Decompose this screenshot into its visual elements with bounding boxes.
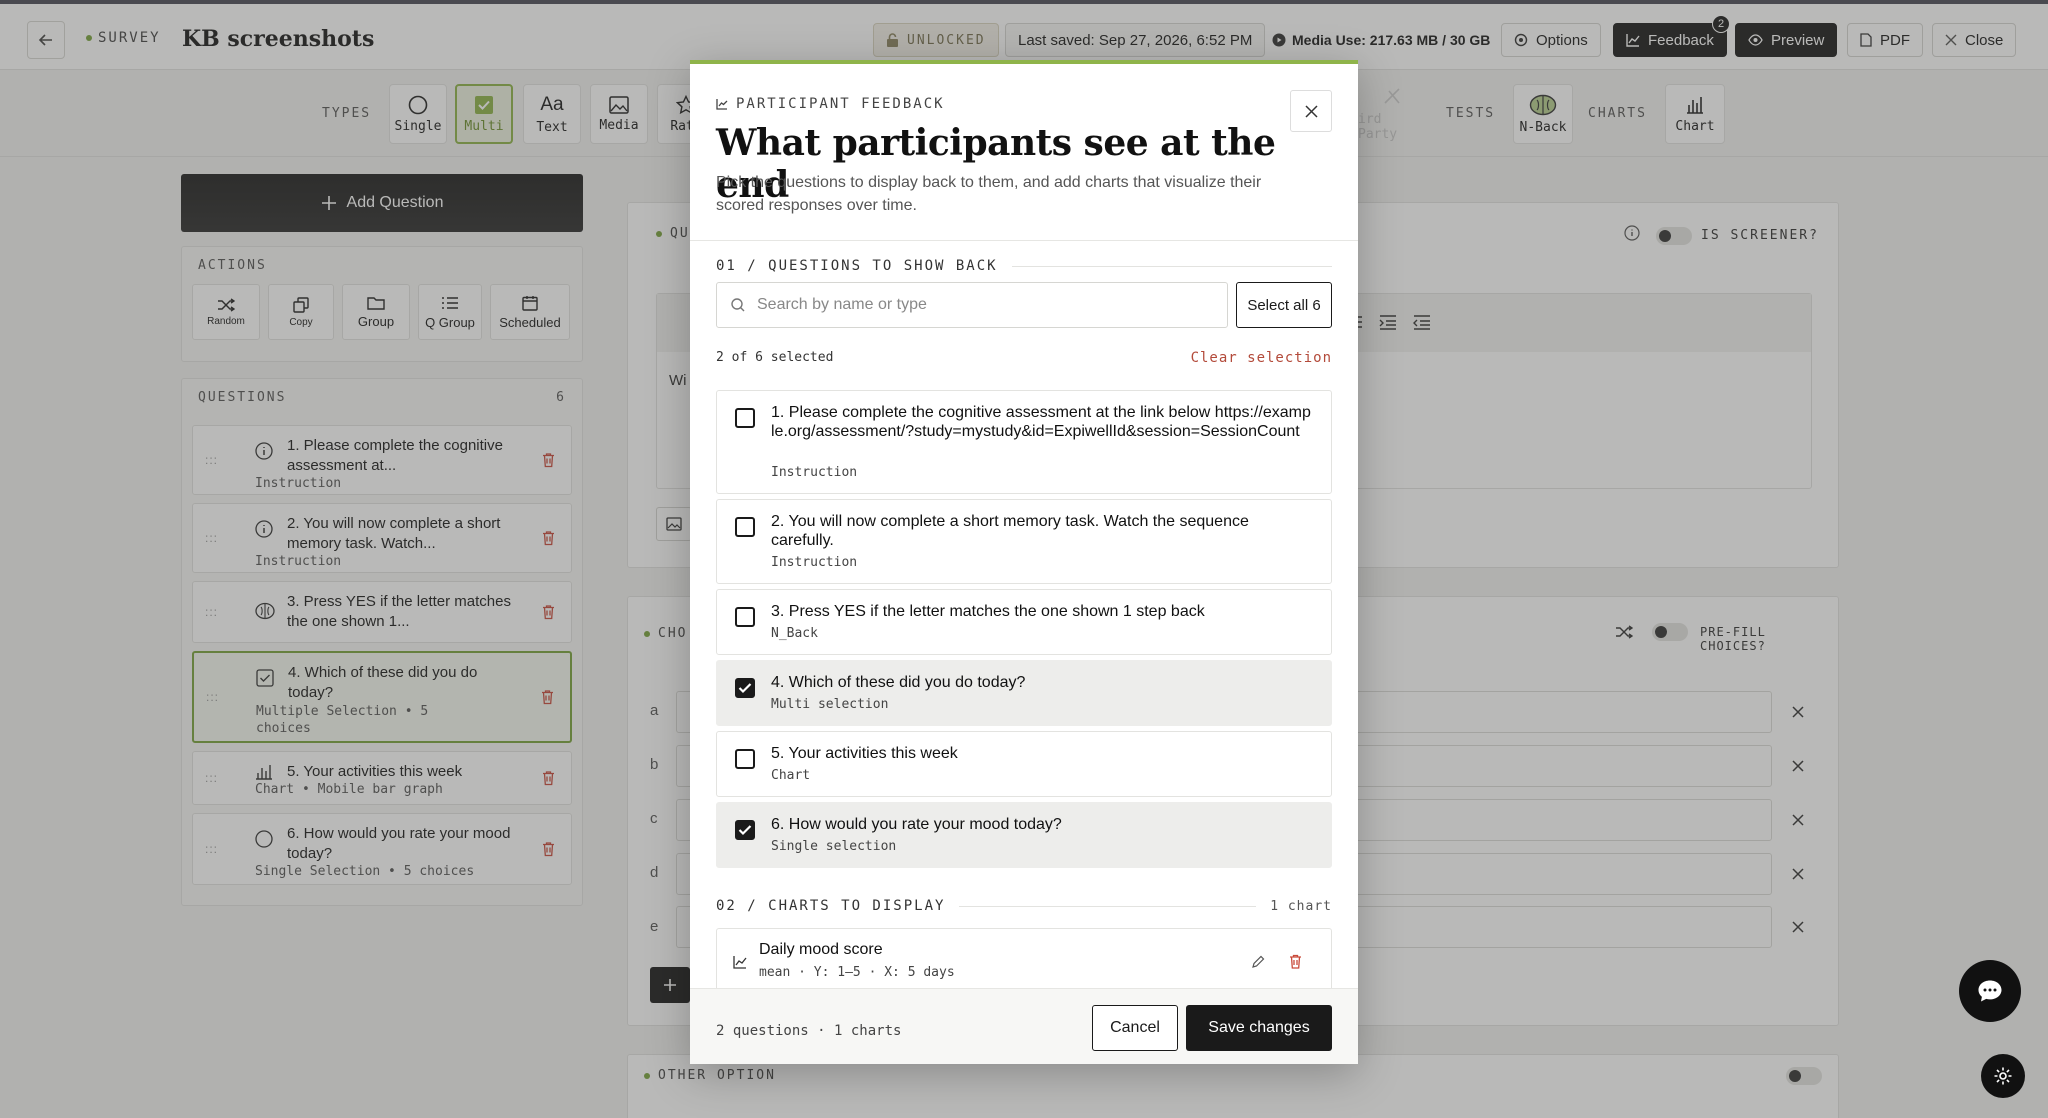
modal-kicker: PARTICIPANT FEEDBACK — [716, 96, 945, 112]
question-option-3[interactable]: 3. Press YES if the letter matches the o… — [716, 589, 1332, 655]
modal-footer: 2 questions · 1 charts Cancel Save chang… — [690, 988, 1358, 1064]
option-title: 6. How would you rate your mood today? — [771, 816, 1062, 833]
question-option-1[interactable]: 1. Please complete the cognitive assessm… — [716, 390, 1332, 494]
settings-button[interactable] — [1981, 1054, 2025, 1098]
option-type: Instruction — [771, 555, 858, 570]
question-search[interactable] — [716, 282, 1228, 328]
chart-line-icon — [716, 99, 728, 110]
option-type: Single selection — [771, 839, 897, 854]
question-option-5[interactable]: 5. Your activities this week Chart — [716, 731, 1332, 797]
search-input[interactable] — [757, 296, 1197, 314]
search-icon — [731, 298, 745, 312]
modal-description: Pick the questions to display back to th… — [716, 174, 1262, 214]
option-title: 3. Press YES if the letter matches the o… — [771, 603, 1205, 620]
option-title: 4. Which of these did you do today? — [771, 674, 1026, 691]
chat-button[interactable] — [1959, 960, 2021, 1022]
question-option-6[interactable]: 6. How would you rate your mood today? S… — [716, 802, 1332, 868]
cancel-button[interactable]: Cancel — [1092, 1005, 1178, 1051]
section-rule — [959, 905, 1257, 907]
gear-icon — [1994, 1067, 2012, 1085]
option-title: 5. Your activities this week — [771, 745, 958, 762]
question-option-2[interactable]: 2. You will now complete a short memory … — [716, 499, 1332, 584]
chat-bubble-icon — [1978, 980, 2002, 1002]
clear-selection-link[interactable]: Clear selection — [1191, 350, 1332, 366]
questions-section-header: 01 / QUESTIONS TO SHOW BACK — [716, 258, 1332, 274]
chart-meta: mean · Y: 1–5 · X: 5 days — [759, 965, 955, 980]
participant-feedback-modal: PARTICIPANT FEEDBACK What participants s… — [690, 60, 1358, 1064]
option-type: Chart — [771, 768, 811, 783]
modal-divider — [690, 240, 1358, 241]
option-type: N_Back — [771, 626, 818, 641]
section-rule — [1011, 265, 1332, 267]
charts-section-title: 02 / CHARTS TO DISPLAY — [716, 898, 946, 914]
chart-line-icon — [733, 956, 747, 969]
chart-name: Daily mood score — [759, 941, 883, 958]
pencil-icon[interactable] — [1251, 955, 1265, 969]
option-title: 1. Please complete the cognitive assessm… — [771, 404, 1311, 440]
option-type: Instruction — [771, 465, 858, 480]
save-changes-button[interactable]: Save changes — [1186, 1005, 1332, 1051]
footer-summary: 2 questions · 1 charts — [716, 1023, 902, 1039]
charts-section-header: 02 / CHARTS TO DISPLAY 1 chart — [716, 898, 1332, 914]
check-icon — [738, 825, 752, 836]
option-checkbox[interactable] — [735, 749, 755, 769]
option-checkbox[interactable] — [735, 408, 755, 428]
survey-editor: SURVEY KB screenshots UNLOCKED Last save… — [0, 0, 2048, 1118]
option-type: Multi selection — [771, 697, 889, 712]
modal-kicker-label: PARTICIPANT FEEDBACK — [736, 96, 945, 112]
trash-icon[interactable] — [1289, 954, 1302, 969]
option-checkbox[interactable] — [735, 607, 755, 627]
close-icon — [1304, 104, 1318, 118]
option-checkbox[interactable] — [735, 517, 755, 537]
question-option-4[interactable]: 4. Which of these did you do today? Mult… — [716, 660, 1332, 726]
check-icon — [738, 683, 752, 694]
chart-count: 1 chart — [1270, 898, 1332, 914]
modal-close-button[interactable] — [1290, 90, 1332, 132]
option-title: 2. You will now complete a short memory … — [771, 513, 1249, 549]
option-checkbox[interactable] — [735, 678, 755, 698]
selected-count: 2 of 6 selected — [716, 350, 834, 365]
select-all-button[interactable]: Select all 6 — [1236, 282, 1332, 328]
option-checkbox[interactable] — [735, 820, 755, 840]
questions-section-title: 01 / QUESTIONS TO SHOW BACK — [716, 258, 998, 274]
